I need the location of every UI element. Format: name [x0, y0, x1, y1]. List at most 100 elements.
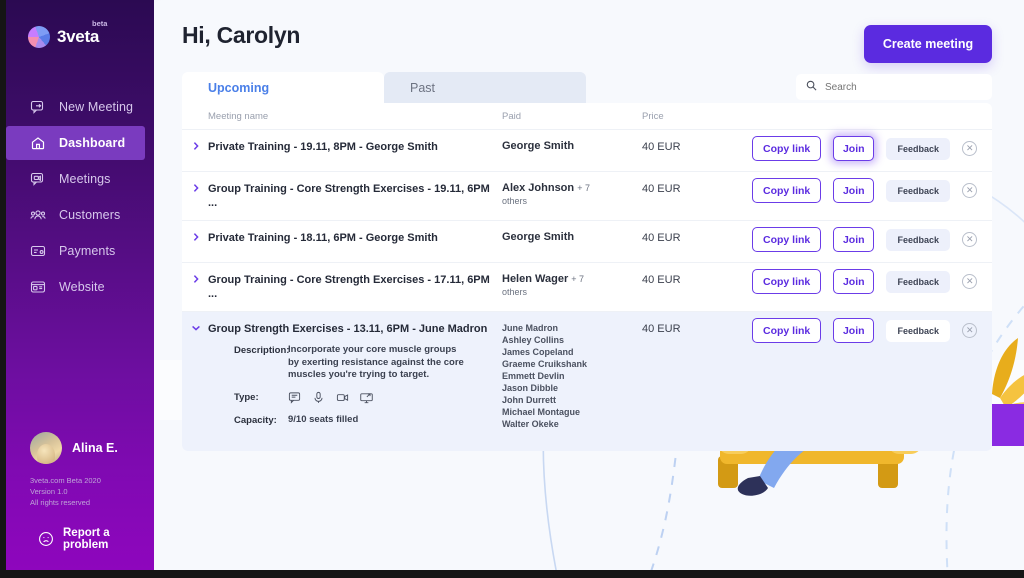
detail-description: Description: Incorporate your core muscl… — [234, 344, 502, 382]
table-row[interactable]: Private Training - 19.11, 8PM - George S… — [182, 130, 992, 172]
sidebar-item-label: Customers — [59, 208, 121, 222]
home-icon — [30, 135, 46, 151]
row-attendees: June Madron Ashley Collins James Copelan… — [502, 322, 642, 430]
join-button[interactable]: Join — [833, 318, 875, 343]
attendee-name: James Copeland — [502, 347, 574, 357]
page-title: Hi, Carolyn — [182, 22, 301, 48]
legal-line: 3veta.com Beta 2020 — [30, 476, 101, 485]
attendee-name: Michael Montague — [502, 407, 581, 417]
row-actions: Copy link Join Feedback ✕ — [752, 227, 992, 252]
browser-icon — [30, 279, 46, 295]
brand-logo[interactable]: 3veta beta — [28, 19, 154, 48]
attendee-name: Ashley Collins — [502, 335, 565, 345]
close-icon[interactable]: ✕ — [962, 323, 978, 338]
detail-type: Type: — [234, 391, 502, 405]
microphone-icon — [312, 391, 325, 404]
chat-icon — [288, 391, 301, 404]
chevron-right-icon[interactable] — [191, 183, 201, 193]
row-price: 40 EUR — [642, 232, 681, 244]
video-camera-icon — [336, 391, 349, 404]
row-actions: Copy link Join Feedback ✕ — [752, 136, 992, 161]
tab-upcoming[interactable]: Upcoming — [182, 72, 384, 103]
close-icon[interactable]: ✕ — [962, 183, 978, 198]
sidebar-item-new-meeting[interactable]: New Meeting — [6, 90, 154, 124]
row-price: 40 EUR — [642, 183, 681, 195]
sidebar-profile[interactable]: Alina E. — [30, 432, 118, 464]
sidebar-nav: New Meeting Dashboard Meetings Customers… — [6, 90, 154, 304]
tab-bar: Upcoming Past — [182, 72, 586, 103]
detail-capacity-label: Capacity: — [234, 414, 277, 426]
copy-link-button[interactable]: Copy link — [752, 227, 822, 252]
detail-capacity-value: 9/10 seats filled — [288, 414, 358, 428]
feedback-button[interactable]: Feedback — [886, 319, 951, 342]
row-paid-name: George Smith — [502, 231, 575, 243]
copy-link-button[interactable]: Copy link — [752, 318, 822, 343]
chevron-right-icon[interactable] — [191, 274, 201, 284]
join-button[interactable]: Join — [833, 227, 875, 252]
feedback-button[interactable]: Feedback — [886, 137, 951, 160]
detail-description-label: Description: — [234, 345, 290, 356]
table-header: Meeting name Paid Price — [182, 103, 992, 130]
column-header-price: Price — [642, 110, 664, 122]
app-window: 3veta beta New Meeting Dashboard Meeting… — [0, 0, 1024, 578]
chevron-down-icon[interactable] — [191, 323, 201, 333]
report-problem-button[interactable]: Report a problem — [38, 527, 154, 551]
row-paid: George Smith — [502, 140, 642, 153]
search-input[interactable] — [825, 81, 965, 93]
sidebar-item-dashboard[interactable]: Dashboard — [6, 126, 145, 160]
copy-link-button[interactable]: Copy link — [752, 178, 822, 203]
screen-share-icon — [360, 391, 373, 404]
beta-badge: beta — [92, 19, 108, 28]
legal-line: Version 1.0 — [30, 487, 68, 496]
close-icon[interactable]: ✕ — [962, 141, 978, 156]
chevron-right-icon[interactable] — [191, 141, 201, 151]
pie-chart-logo-icon — [28, 26, 50, 48]
join-button[interactable]: Join — [833, 178, 875, 203]
attendee-name: Emmett Devlin — [502, 371, 565, 381]
sidebar-item-customers[interactable]: Customers — [6, 198, 154, 232]
close-icon[interactable]: ✕ — [962, 274, 978, 289]
table-row[interactable]: Private Training - 18.11, 6PM - George S… — [182, 221, 992, 263]
column-header-meeting-name: Meeting name — [208, 110, 269, 122]
legal-line: All rights reserved — [30, 498, 91, 507]
row-paid: George Smith — [502, 231, 642, 244]
table-row[interactable]: Group Training - Core Strength Exercises… — [182, 263, 992, 312]
table-row-expanded[interactable]: Group Strength Exercises - 13.11, 6PM - … — [182, 312, 992, 451]
capacity-suffix: seats filled — [309, 413, 359, 425]
sidebar-item-website[interactable]: Website — [6, 270, 154, 304]
tab-past[interactable]: Past — [384, 72, 586, 103]
row-actions: Copy link Join Feedback ✕ — [752, 269, 992, 294]
attendee-name: June Madron — [502, 323, 559, 333]
attendee-name: John Durrett — [502, 395, 556, 405]
row-meeting-name: Private Training - 19.11, 8PM - George S… — [208, 141, 438, 153]
sidebar-item-payments[interactable]: Payments — [6, 234, 154, 268]
row-paid-others: others — [502, 196, 528, 206]
join-button[interactable]: Join — [833, 136, 875, 161]
card-icon — [30, 243, 46, 259]
row-paid-name: Helen Wager — [502, 273, 569, 285]
create-meeting-button[interactable]: Create meeting — [864, 25, 992, 63]
chevron-right-icon[interactable] — [191, 232, 201, 242]
close-icon[interactable]: ✕ — [962, 232, 978, 247]
row-meeting-name: Group Training - Core Strength Exercises… — [208, 274, 490, 300]
join-button[interactable]: Join — [833, 269, 875, 294]
row-paid-others: others — [502, 287, 528, 297]
sidebar-item-meetings[interactable]: Meetings — [6, 162, 154, 196]
attendee-name: Jason Dibble — [502, 383, 559, 393]
main-content: Hi, Carolyn Create meeting Upcoming Past… — [148, 0, 1024, 570]
feedback-button[interactable]: Feedback — [886, 179, 951, 202]
row-paid-extra: + 7 — [577, 183, 590, 193]
copy-link-button[interactable]: Copy link — [752, 136, 822, 161]
sidebar-item-label: Meetings — [59, 172, 111, 186]
table-row[interactable]: Group Training - Core Strength Exercises… — [182, 172, 992, 221]
row-paid: Helen Wager + 7 others — [502, 273, 642, 299]
row-paid-name: Alex Johnson — [502, 182, 575, 194]
profile-name: Alina E. — [72, 441, 118, 455]
feedback-button[interactable]: Feedback — [886, 228, 951, 251]
sidebar: 3veta beta New Meeting Dashboard Meeting… — [6, 0, 154, 570]
copy-link-button[interactable]: Copy link — [752, 269, 822, 294]
video-chat-icon — [30, 171, 46, 187]
brand-name: 3veta — [57, 27, 99, 46]
search-box[interactable] — [796, 74, 992, 100]
feedback-button[interactable]: Feedback — [886, 270, 951, 293]
